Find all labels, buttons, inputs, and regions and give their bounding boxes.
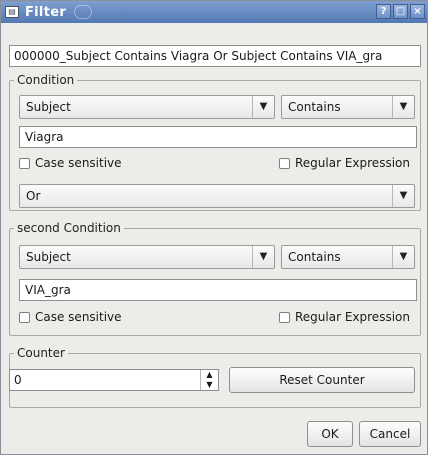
second-condition-operator-select[interactable]: Contains ▼ (281, 245, 415, 269)
close-button[interactable]: × (410, 4, 425, 19)
condition-operator-select[interactable]: Contains ▼ (281, 95, 415, 119)
second-condition-legend: second Condition (17, 221, 121, 235)
title-decoration-icon (74, 5, 93, 19)
second-condition-operator-value: Contains (288, 250, 341, 264)
reset-counter-button[interactable]: Reset Counter (229, 367, 415, 393)
condition-regex-checkbox[interactable]: Regular Expression (279, 156, 410, 170)
second-condition-field-select[interactable]: Subject ▼ (19, 245, 275, 269)
combiner-select[interactable]: Or ▼ (19, 184, 415, 208)
counter-value: 0 (14, 373, 22, 387)
condition-operator-value: Contains (288, 100, 341, 114)
checkbox-icon (279, 311, 290, 323)
cancel-button[interactable]: Cancel (359, 421, 421, 447)
chevron-down-icon: ▼ (392, 246, 414, 268)
window-menu-icon[interactable]: ▤ (5, 6, 19, 18)
condition-case-sensitive-checkbox[interactable]: Case sensitive (19, 156, 122, 170)
ok-button[interactable]: OK (307, 421, 353, 447)
regex-label: Regular Expression (295, 310, 410, 324)
chevron-down-icon: ▼ (392, 96, 414, 118)
spin-arrows-icon[interactable]: ▲ ▼ (200, 370, 218, 390)
checkbox-icon (19, 311, 30, 323)
chevron-down-icon: ▼ (392, 185, 414, 207)
regex-label: Regular Expression (295, 156, 410, 170)
second-condition-field-value: Subject (26, 250, 71, 264)
chevron-down-icon: ▼ (252, 96, 274, 118)
chevron-down-icon: ▼ (252, 246, 274, 268)
condition-legend: Condition (17, 73, 75, 87)
counter-legend: Counter (17, 346, 65, 360)
title-bar[interactable]: ▤ Filter ? □ × (1, 1, 427, 23)
checkbox-icon (279, 157, 290, 169)
second-regex-checkbox[interactable]: Regular Expression (279, 310, 410, 324)
combiner-value: Or (26, 189, 41, 203)
counter-spinbox[interactable]: 0 ▲ ▼ (9, 369, 219, 391)
window-title: Filter (25, 4, 67, 20)
second-condition-value-input[interactable]: VIA_gra (19, 279, 417, 301)
filter-name-input[interactable]: 000000_Subject Contains Viagra Or Subjec… (9, 45, 421, 67)
filter-dialog: ▤ Filter ? □ × 000000_Subject Contains V… (0, 0, 428, 455)
window-controls: ? □ × (376, 4, 425, 19)
condition-field-select[interactable]: Subject ▼ (19, 95, 275, 119)
condition-value-input[interactable]: Viagra (19, 126, 417, 148)
case-sensitive-label: Case sensitive (35, 156, 122, 170)
help-button[interactable]: ? (376, 4, 391, 19)
case-sensitive-label: Case sensitive (35, 310, 122, 324)
minimize-button[interactable]: □ (393, 4, 408, 19)
condition-field-value: Subject (26, 100, 71, 114)
checkbox-icon (19, 157, 30, 169)
second-case-sensitive-checkbox[interactable]: Case sensitive (19, 310, 122, 324)
